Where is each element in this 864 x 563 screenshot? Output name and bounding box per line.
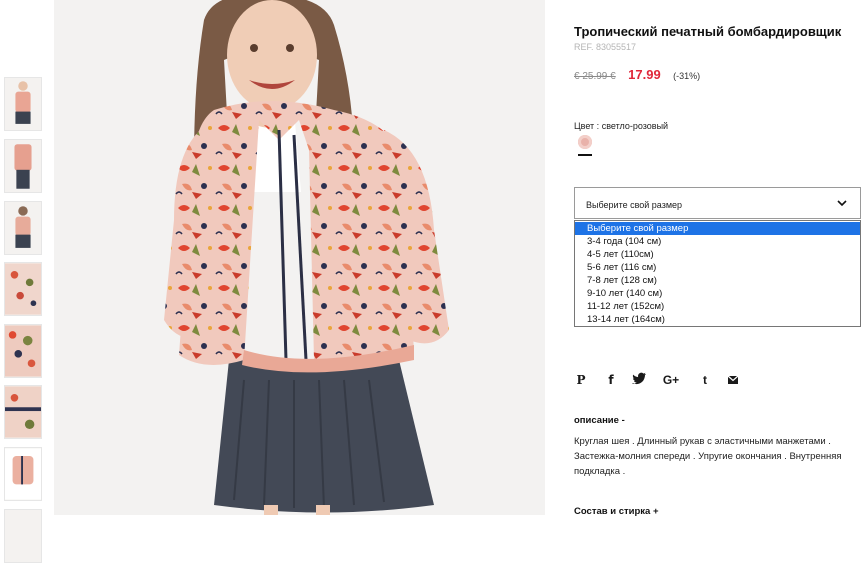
color-label-row: Цвет : светло-розовый (574, 121, 668, 131)
thumbnail-image (5, 140, 41, 192)
thumbnail-7[interactable] (4, 447, 42, 501)
thumbnail-6[interactable] (4, 385, 42, 439)
thumbnail-image (5, 448, 41, 500)
description-heading[interactable]: описание - (574, 415, 625, 426)
thumbnail-5[interactable] (4, 324, 42, 378)
size-dropdown-list: Выберите свой размер 3-4 года (104 см) 4… (574, 220, 861, 327)
size-option[interactable]: 9-10 лет (140 см) (575, 287, 860, 300)
color-label: Цвет : (574, 121, 600, 131)
size-option[interactable]: Выберите свой размер (575, 222, 860, 235)
size-option[interactable]: 5-6 лет (116 см) (575, 261, 860, 274)
twitter-icon[interactable] (632, 372, 646, 388)
thumbnail-3[interactable] (4, 201, 42, 255)
thumbnail-image (5, 325, 41, 377)
thumbnail-1[interactable] (4, 77, 42, 131)
size-select-value: Выберите свой размер (586, 200, 683, 210)
thumbnail-image (5, 263, 41, 315)
size-option[interactable]: 11-12 лет (152см) (575, 300, 860, 313)
thumbnail-image (5, 386, 41, 438)
composition-heading[interactable]: Состав и стирка + (574, 506, 659, 517)
size-option[interactable]: 3-4 года (104 см) (575, 235, 860, 248)
sale-price: 17.99 (628, 67, 661, 82)
thumbnail-strip (0, 0, 48, 563)
thumbnail-image (5, 78, 41, 130)
chevron-down-icon (837, 200, 847, 207)
main-product-image (54, 0, 545, 515)
size-option[interactable]: 4-5 лет (110см) (575, 248, 860, 261)
email-icon[interactable] (726, 372, 740, 388)
size-option[interactable]: 7-8 лет (128 см) (575, 274, 860, 287)
color-swatch[interactable] (578, 135, 592, 149)
googleplus-icon[interactable]: G+ (661, 372, 681, 388)
thumbnail-image (5, 202, 41, 254)
product-photo (54, 0, 545, 515)
description-text: Круглая шея . Длинный рукав с эластичным… (574, 436, 842, 477)
thumbnail-4[interactable] (4, 262, 42, 316)
facebook-icon[interactable]: f (604, 372, 618, 388)
size-option[interactable]: 13-14 лет (164см) (575, 313, 860, 326)
product-title: Тропический печатный бомбардировщик (574, 24, 842, 39)
product-reference: REF. 83055517 (574, 42, 637, 52)
price-row: € 25.99 € 17.99 (-31%) (574, 66, 700, 84)
old-price: € 25.99 € (574, 71, 616, 82)
color-value: светло-розовый (601, 121, 669, 131)
size-select[interactable]: Выберите свой размер (574, 187, 861, 219)
product-info-panel: Тропический печатный бомбардировщик REF.… (574, 0, 864, 517)
pinterest-icon[interactable]: P (574, 372, 588, 388)
discount-badge: (-31%) (673, 71, 701, 81)
thumbnail-8[interactable] (4, 509, 42, 563)
thumbnail-2[interactable] (4, 139, 42, 193)
selected-swatch-indicator (578, 154, 592, 156)
tumblr-icon[interactable]: t (698, 372, 712, 388)
